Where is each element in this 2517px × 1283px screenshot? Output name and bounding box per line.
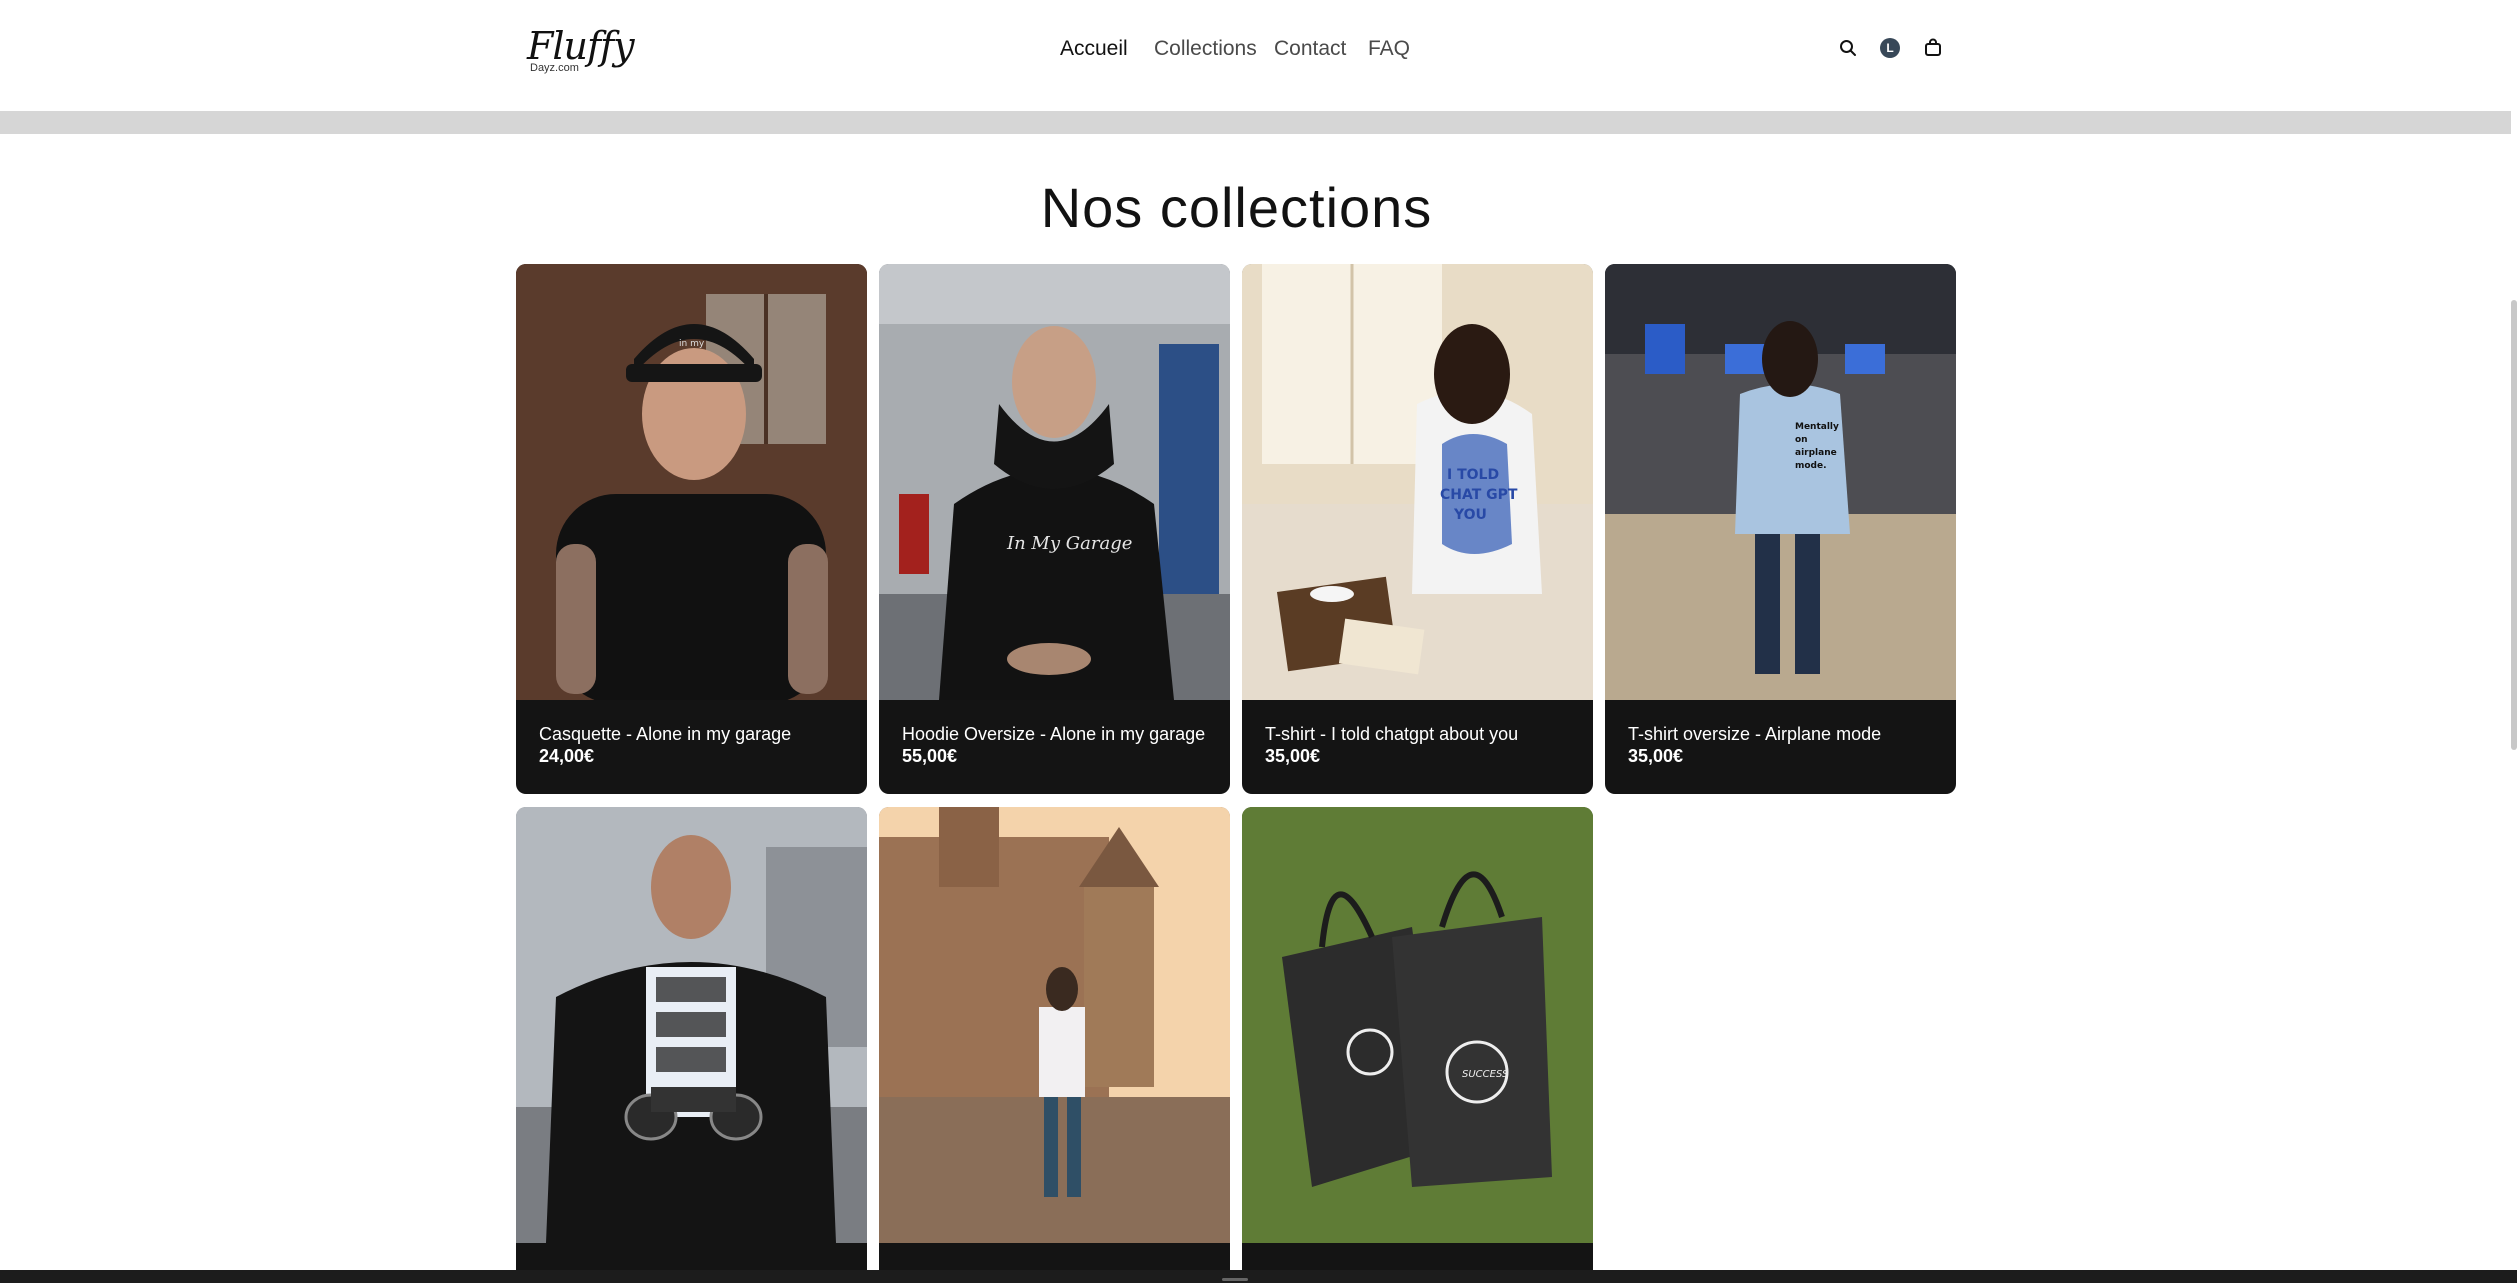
svg-text:CHAT GPT: CHAT GPT [1440, 487, 1518, 503]
nav-accueil[interactable]: Accueil [1060, 34, 1128, 64]
svg-text:on: on [1795, 435, 1808, 445]
product-image[interactable]: I TOLD CHAT GPT YOU [1242, 264, 1593, 700]
product-image[interactable]: Mentally on airplane mode. [1605, 264, 1956, 700]
product-photo: in my [516, 264, 867, 700]
brand-logo[interactable]: Fluffy Dayz.com [527, 24, 635, 74]
product-price: 55,00€ [902, 746, 958, 766]
product-card[interactable]: in my Casquette - Alone in my garage 24,… [516, 264, 867, 794]
nav-contact[interactable]: Contact [1274, 34, 1346, 64]
svg-text:YOU: YOU [1453, 507, 1487, 523]
product-image[interactable] [516, 807, 867, 1243]
product-image[interactable]: In My Garage [879, 264, 1230, 700]
product-image[interactable]: in my [516, 264, 867, 700]
product-info: T-shirt - I told chatgpt about you 35,00… [1242, 700, 1593, 794]
product-info: T-shirt oversize - Airplane mode 35,00€ [1605, 700, 1956, 794]
product-name[interactable]: T-shirt oversize - Airplane mode [1628, 723, 1934, 745]
product-photo: SUCCESS [1242, 807, 1593, 1243]
product-card[interactable]: In My Garage Hoodie Oversize - Alone in … [879, 264, 1230, 794]
product-photo: In My Garage [879, 264, 1230, 700]
account-avatar: L [1880, 38, 1900, 58]
bottom-bar [0, 1270, 2517, 1283]
product-card[interactable]: I TOLD CHAT GPT YOU T-shirt - I told cha… [1242, 264, 1593, 794]
nav-collections[interactable]: Collections [1154, 34, 1257, 64]
product-card[interactable]: Mentally on airplane mode. T-shirt overs… [1605, 264, 1956, 794]
product-price: 35,00€ [1265, 746, 1321, 766]
product-photo [879, 807, 1230, 1243]
product-price: 24,00€ [539, 746, 595, 766]
svg-text:SUCCESS: SUCCESS [1462, 1069, 1509, 1080]
product-card[interactable] [516, 807, 867, 1283]
site-header: Fluffy Dayz.com Accueil Collections Cont… [0, 0, 2511, 111]
svg-text:Mentally: Mentally [1795, 422, 1839, 432]
product-name[interactable]: Hoodie Oversize - Alone in my garage [902, 723, 1208, 745]
svg-text:airplane: airplane [1795, 448, 1837, 458]
drag-handle[interactable] [1222, 1278, 1248, 1281]
product-photo: I TOLD CHAT GPT YOU [1242, 264, 1593, 700]
nav-faq[interactable]: FAQ [1368, 34, 1410, 64]
product-image[interactable] [879, 807, 1230, 1243]
svg-text:in my: in my [679, 339, 705, 349]
product-info: Casquette - Alone in my garage 24,00€ [516, 700, 867, 794]
product-card[interactable] [879, 807, 1230, 1283]
product-photo [516, 807, 867, 1243]
cart-icon[interactable] [1921, 36, 1945, 60]
logo-wordmark: Fluffy [527, 24, 635, 68]
product-name[interactable]: T-shirt - I told chatgpt about you [1265, 723, 1571, 745]
page-scrollbar[interactable] [2511, 300, 2517, 750]
product-price: 35,00€ [1628, 746, 1684, 766]
svg-text:In My Garage: In My Garage [1006, 533, 1132, 554]
svg-text:I TOLD: I TOLD [1447, 467, 1499, 483]
account-icon[interactable]: L [1878, 36, 1902, 60]
announcement-band [0, 111, 2511, 134]
product-card[interactable]: SUCCESS [1242, 807, 1593, 1283]
svg-text:mode.: mode. [1795, 461, 1827, 471]
search-icon[interactable] [1836, 36, 1860, 60]
product-photo: Mentally on airplane mode. [1605, 264, 1956, 700]
product-image[interactable]: SUCCESS [1242, 807, 1593, 1243]
product-name[interactable]: Casquette - Alone in my garage [539, 723, 845, 745]
product-info: Hoodie Oversize - Alone in my garage 55,… [879, 700, 1230, 794]
page-title: Nos collections [1040, 176, 1433, 239]
